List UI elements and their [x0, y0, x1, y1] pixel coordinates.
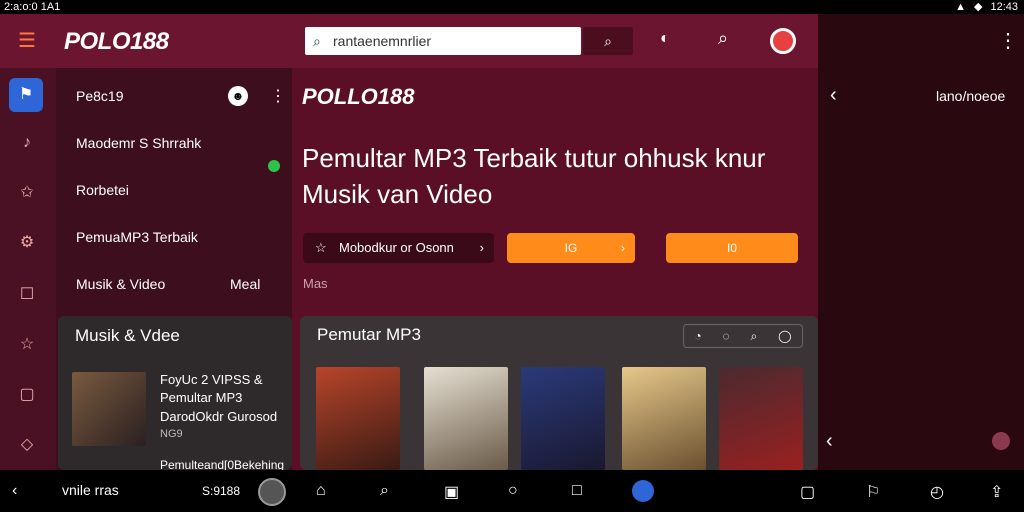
- album-cover-3[interactable]: [521, 367, 605, 470]
- search-placeholder: rantaenemnrlier: [333, 33, 432, 49]
- loop-icon[interactable]: ◔: [694, 329, 701, 343]
- more-vert-icon[interactable]: ⋮: [270, 86, 286, 106]
- favorites-icon[interactable]: ☆: [14, 332, 40, 358]
- clock-icon[interactable]: ◴: [930, 482, 944, 502]
- chevron-right-icon: ›: [479, 240, 484, 255]
- back-icon[interactable]: ‹: [830, 84, 837, 107]
- track-line-2[interactable]: Pemultar MP3: [160, 390, 242, 405]
- hint-text: Mas: [303, 276, 328, 291]
- flag-icon[interactable]: ⚐: [866, 482, 880, 502]
- drawer-item-2[interactable]: Maodemr S Shrrahk: [76, 135, 201, 151]
- track-thumbnail[interactable]: [72, 372, 146, 446]
- drawer-card-title: Musik & Vdee: [75, 326, 180, 345]
- home-icon[interactable]: ⌂: [316, 482, 326, 500]
- search-input[interactable]: ⌕ rantaenemnrlier: [305, 27, 581, 55]
- search-button[interactable]: ⌕: [583, 27, 633, 55]
- more-button-label: I0: [726, 241, 737, 255]
- drawer-item-3[interactable]: Rorbetei: [76, 182, 129, 198]
- menu-icon[interactable]: ☰: [14, 30, 40, 52]
- tag-icon[interactable]: ◇: [14, 432, 40, 458]
- album-cover-4[interactable]: [622, 367, 706, 470]
- profile-icon[interactable]: ☻: [228, 86, 248, 106]
- drawer-item-5-value[interactable]: Meal: [230, 276, 260, 292]
- bottom-mid-text[interactable]: S:9188: [202, 484, 240, 498]
- hero-title-line-1: Pemultar MP3 Terbaik tutur ohhusk knur: [302, 143, 766, 173]
- avatar[interactable]: [770, 28, 796, 54]
- hero-title-line-2: Musik van Video: [302, 179, 493, 209]
- chevron-right-icon: ›: [621, 241, 625, 255]
- status-clock: 12:43: [990, 1, 1018, 13]
- drawer-item-5[interactable]: Musik & Video: [76, 276, 165, 292]
- recent-icon[interactable]: □: [572, 482, 582, 500]
- square-icon[interactable]: ▣: [444, 482, 459, 502]
- music-icon[interactable]: ♪: [14, 130, 40, 156]
- search-icon[interactable]: ⌕: [751, 329, 758, 344]
- chat-icon[interactable]: ☐: [14, 282, 40, 308]
- status-time-right: ▲ ◆ 12:43: [955, 0, 1018, 14]
- download-button[interactable]: ☆ Mobodkur or Osonn ›: [303, 233, 494, 263]
- track-line-3: DarodOkdr Gurosod: [160, 409, 278, 424]
- download-icon: ☆: [315, 240, 327, 255]
- album-cover-2[interactable]: [424, 367, 508, 470]
- download-button-label: Mobodkur or Osonn: [339, 240, 454, 255]
- app-logo[interactable]: POLO188: [64, 28, 169, 56]
- star-icon[interactable]: ✩: [14, 180, 40, 206]
- back-icon[interactable]: ‹: [826, 430, 833, 453]
- album-cover-5[interactable]: [719, 367, 803, 470]
- more-button[interactable]: I0: [666, 233, 798, 263]
- more-vert-icon[interactable]: ⋮: [998, 28, 1018, 53]
- wifi-icon: ◆: [974, 1, 983, 13]
- assistant-icon[interactable]: [632, 480, 654, 502]
- settings-icon[interactable]: ⚙: [14, 230, 40, 256]
- play-button-label: IG: [564, 241, 578, 255]
- right-panel: [818, 14, 1024, 470]
- icon-rail: [0, 68, 56, 470]
- circle-icon[interactable]: ○: [508, 482, 518, 500]
- back-icon[interactable]: ‹: [12, 482, 17, 500]
- home-icon[interactable]: ⚑: [9, 78, 43, 112]
- search-icon: ⌕: [313, 33, 321, 49]
- drawer-item-4[interactable]: PemuaMP3 Terbaik: [76, 229, 198, 245]
- signal-icon: ▲: [955, 1, 966, 13]
- drawer-item-1[interactable]: Pe8c19: [76, 88, 123, 104]
- track-line-1[interactable]: FoyUc 2 VIPSS &: [160, 372, 263, 387]
- share-icon[interactable]: ⇪: [990, 482, 1003, 502]
- right-panel-label: lano/noeoe: [936, 88, 1006, 104]
- search-icon[interactable]: ⌕: [718, 28, 728, 49]
- folder-icon[interactable]: ▢: [14, 382, 40, 408]
- status-time-left: 2:a:o:0 1A1: [4, 1, 61, 13]
- hero-logo: POLLO188: [302, 84, 415, 109]
- chat-icon[interactable]: ◯: [778, 329, 791, 343]
- album-cover-1[interactable]: [316, 367, 400, 470]
- card-toolbar: ◔ ◌ ⌕ ◯: [683, 324, 803, 348]
- avatar[interactable]: [258, 478, 286, 506]
- mp3-card-title: Pemutar MP3: [317, 325, 421, 344]
- bottom-left-text[interactable]: vnile rras: [62, 482, 119, 498]
- gallery-icon[interactable]: ▢: [800, 482, 815, 502]
- cast-icon[interactable]: ◐: [660, 30, 670, 48]
- hero-title: Pemultar MP3 Terbaik tutur ohhusk knur M…: [302, 140, 802, 212]
- online-indicator: [268, 160, 280, 172]
- search-icon[interactable]: ⌕: [380, 482, 389, 500]
- track-line-4: NG9: [160, 428, 183, 440]
- target-icon[interactable]: ◌: [723, 329, 730, 343]
- info-icon[interactable]: [992, 432, 1010, 450]
- status-bar: 2:a:o:0 1A1 ▲ ◆ 12:43: [0, 0, 1024, 14]
- play-button[interactable]: IG ›: [507, 233, 635, 263]
